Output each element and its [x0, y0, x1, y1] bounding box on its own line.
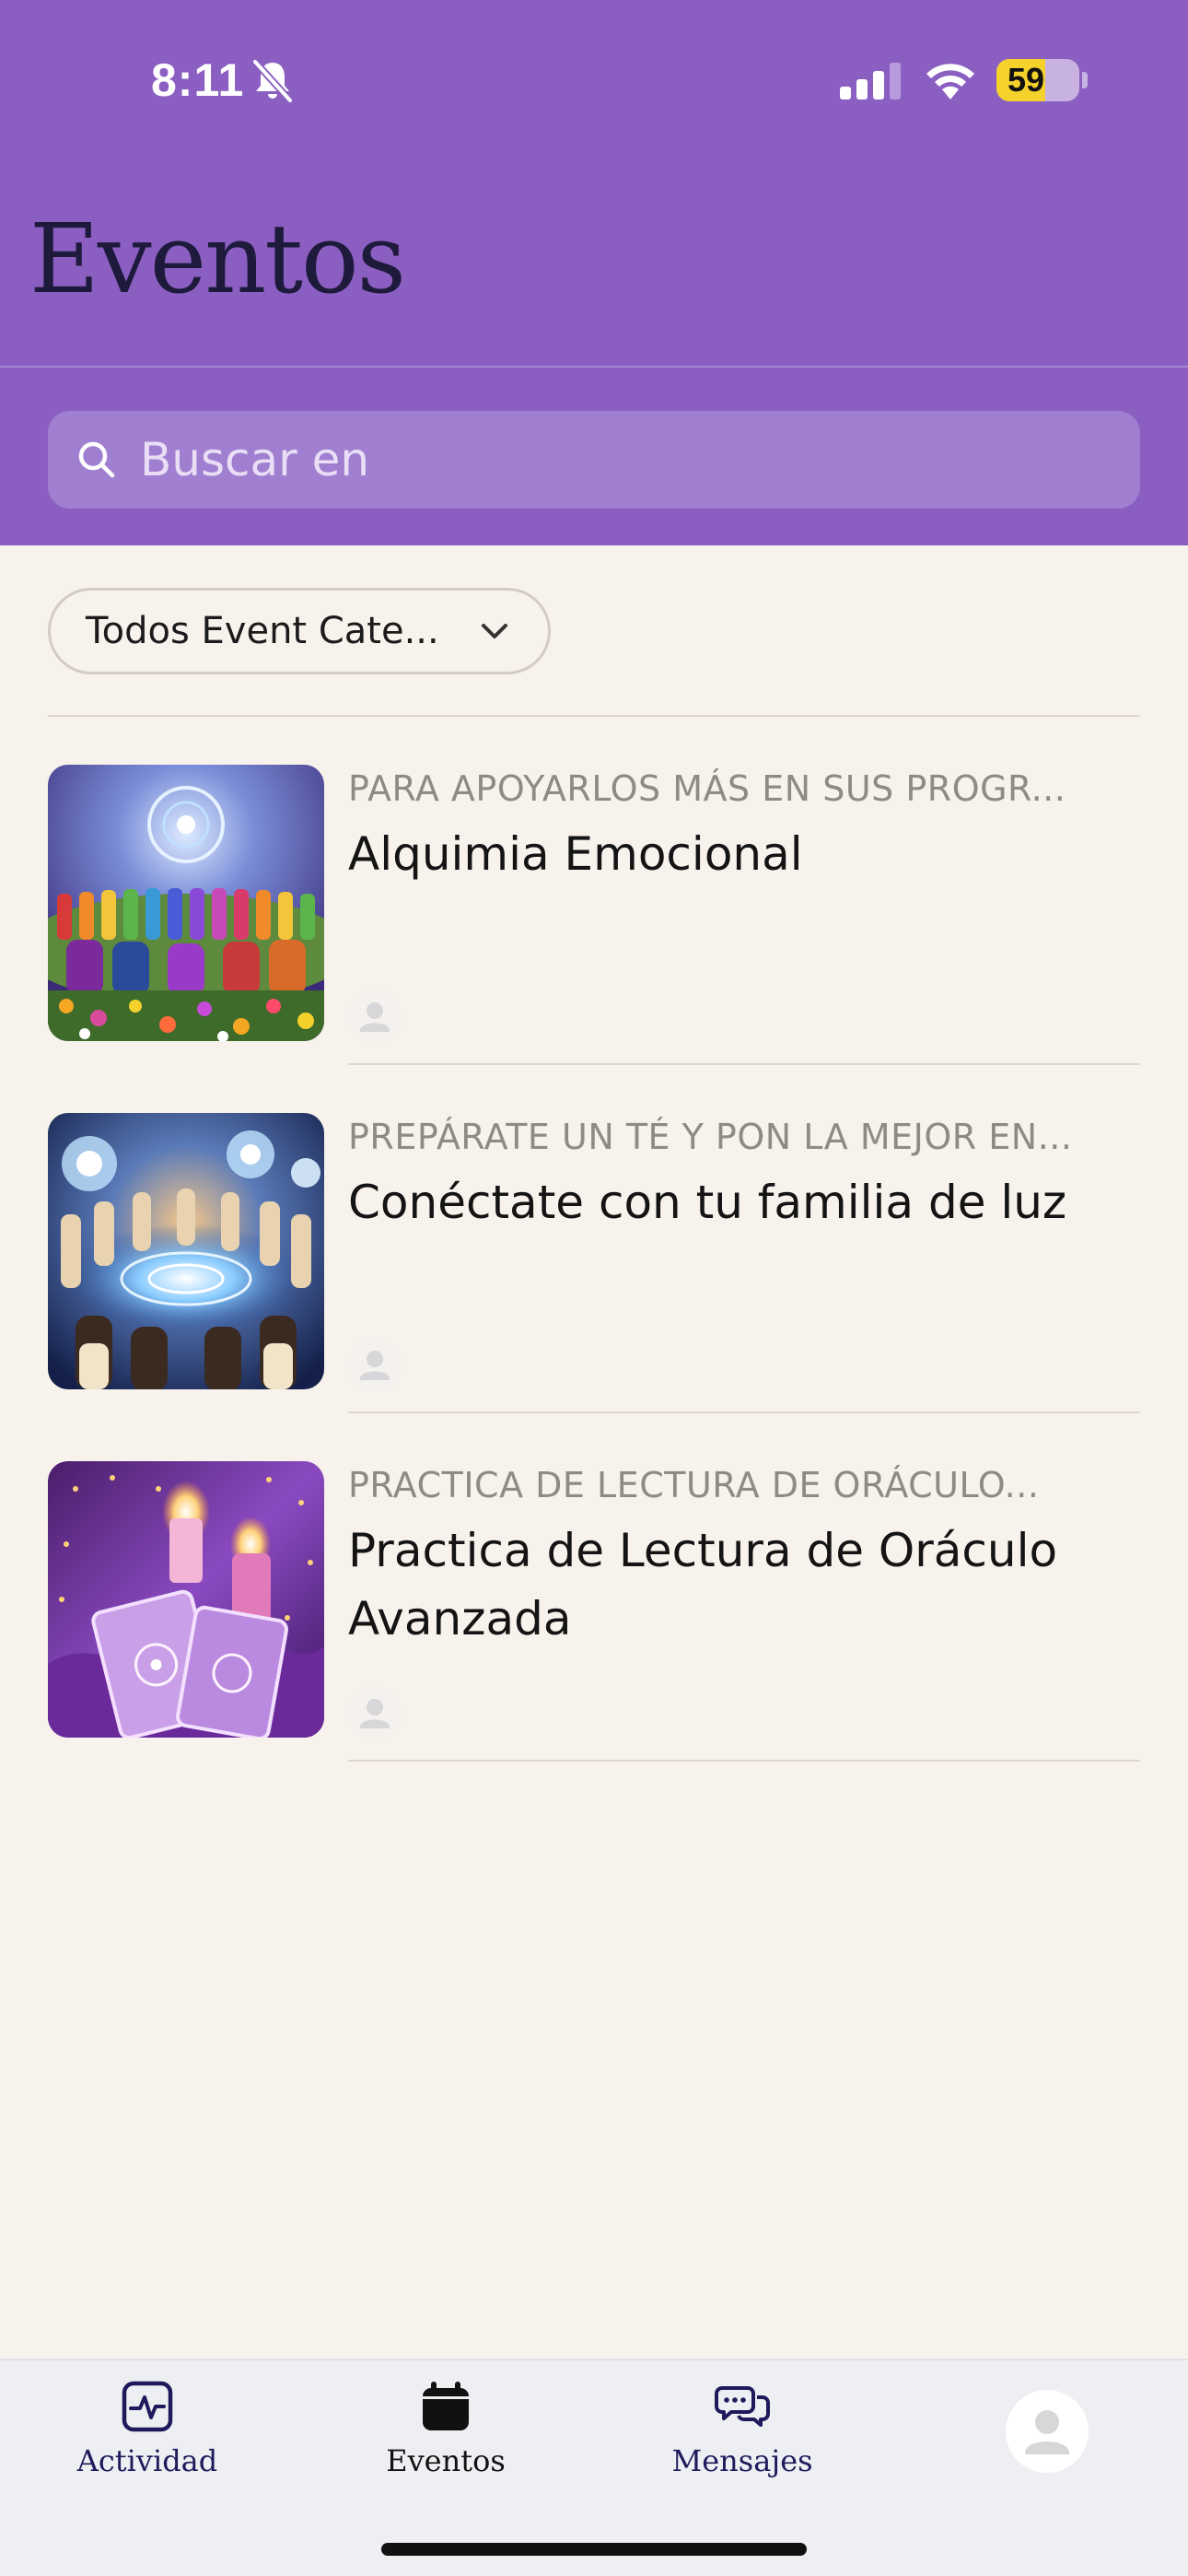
tab-label: Eventos	[386, 2443, 506, 2478]
list-divider	[348, 1760, 1140, 1762]
event-list-item[interactable]: PRACTICA DE LECTURA DE ORÁCULO... Practi…	[0, 1413, 1188, 1762]
profile-avatar-icon[interactable]	[1006, 2390, 1089, 2473]
search-bar[interactable]	[48, 411, 1140, 509]
status-bar: 8:11 59	[0, 0, 1188, 161]
event-title: Conéctate con tu familia de luz	[348, 1176, 1067, 1229]
chevron-down-icon	[482, 624, 507, 638]
oracle-cards-and-candles-image	[48, 1461, 324, 1738]
tab-label: Actividad	[76, 2443, 218, 2478]
battery-level: 59	[1007, 61, 1045, 99]
tab-label: Mensajes	[671, 2443, 813, 2478]
event-title: Practica de Lectura de Oráculo Avanzada	[348, 1524, 1058, 1645]
page-title: Eventos	[29, 203, 406, 315]
event-category-filter[interactable]: Todos Event Cate...	[48, 588, 551, 674]
chat-bubbles-icon	[715, 2386, 770, 2427]
activity-icon	[122, 2381, 173, 2432]
header-divider	[0, 366, 1188, 368]
event-title: Alquimia Emocional	[348, 827, 803, 881]
circle-of-people-in-flower-field-image	[48, 765, 324, 1041]
search-icon	[78, 441, 115, 478]
status-time: 8:11	[151, 54, 245, 106]
tab-mensajes[interactable]: Mensajes	[623, 2360, 862, 2508]
event-thumbnail[interactable]	[48, 765, 324, 1041]
event-thumbnail[interactable]	[48, 1461, 324, 1738]
user-avatar-icon	[348, 989, 402, 1043]
event-list-item[interactable]: PREPÁRATE UN TÉ Y PON LA MEJOR EN... Con…	[0, 1065, 1188, 1413]
calendar-icon	[423, 2382, 469, 2430]
search-input[interactable]	[140, 411, 1116, 509]
tab-actividad[interactable]: Actividad	[28, 2360, 267, 2508]
event-list-item[interactable]: PARA APOYARLOS MÁS EN SUS PROGR... Alqui…	[0, 717, 1188, 1065]
wifi-icon	[926, 64, 974, 100]
bell-slash-icon	[252, 59, 293, 103]
event-subtitle: PARA APOYARLOS MÁS EN SUS PROGR...	[348, 768, 1066, 809]
header: 8:11 59 Eventos	[0, 0, 1188, 545]
user-avatar-icon	[348, 1338, 402, 1391]
battery-icon: 59	[996, 59, 1079, 101]
event-subtitle: PRACTICA DE LECTURA DE ORÁCULO...	[348, 1465, 1040, 1505]
tab-eventos[interactable]: Eventos	[326, 2360, 565, 2508]
battery-cap	[1082, 72, 1088, 88]
filter-label: Todos Event Cate...	[86, 610, 439, 652]
event-subtitle: PREPÁRATE UN TÉ Y PON LA MEJOR EN...	[348, 1117, 1073, 1157]
home-indicator	[381, 2543, 807, 2556]
event-thumbnail[interactable]	[48, 1113, 324, 1389]
user-avatar-icon	[348, 1686, 402, 1739]
circle-of-women-around-light-vortex-image	[48, 1113, 324, 1389]
cellular-signal-icon	[840, 63, 901, 100]
